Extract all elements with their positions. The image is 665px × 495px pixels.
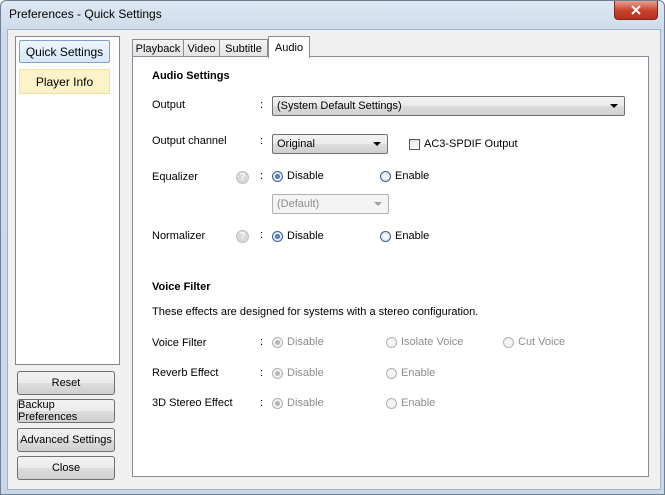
equalizer-disable-label: Disable	[287, 170, 324, 182]
chevron-down-icon	[610, 104, 618, 108]
chevron-down-icon	[374, 202, 382, 206]
tab-video[interactable]: Video	[183, 39, 220, 57]
reverb-disable-label: Disable	[287, 367, 324, 379]
voice-filter-label: Voice Filter	[152, 337, 207, 349]
normalizer-help-icon[interactable]: ?	[236, 230, 249, 243]
preferences-window: Preferences - Quick Settings Quick Setti…	[0, 0, 665, 495]
reset-button[interactable]: Reset	[17, 371, 115, 395]
audio-tab-panel: Audio Settings Output : (System Default …	[132, 56, 649, 477]
voice-filter-heading: Voice Filter	[152, 281, 211, 293]
nav-item-label: Quick Settings	[25, 44, 104, 59]
voice-filter-cut-label: Cut Voice	[518, 336, 566, 348]
normalizer-disable-label: Disable	[287, 230, 324, 242]
output-select[interactable]: (System Default Settings)	[272, 96, 625, 116]
colon-separator: :	[260, 170, 264, 182]
colon-separator: :	[260, 336, 264, 348]
equalizer-enable-radio[interactable]	[380, 171, 391, 182]
3d-stereo-enable-label: Enable	[401, 397, 436, 409]
settings-category-list: Quick Settings Player Info	[15, 36, 120, 365]
equalizer-preset-select[interactable]: (Default)	[272, 194, 389, 214]
equalizer-label: Equalizer	[152, 171, 198, 183]
output-channel-value: Original	[277, 138, 315, 150]
nav-item-label: Player Info	[35, 74, 94, 89]
equalizer-enable-label: Enable	[395, 170, 430, 182]
nav-item-player-info[interactable]: Player Info	[19, 69, 110, 94]
close-icon	[631, 5, 641, 15]
window-title: Preferences - Quick Settings	[9, 7, 162, 21]
normalizer-enable-radio[interactable]	[380, 231, 391, 242]
ac3-spdif-checkbox[interactable]	[409, 139, 420, 150]
voice-filter-disable-label: Disable	[287, 336, 324, 348]
colon-separator: :	[260, 135, 264, 147]
colon-separator: :	[260, 367, 264, 379]
advanced-settings-button[interactable]: Advanced Settings	[17, 428, 115, 452]
backup-preferences-button[interactable]: Backup Preferences	[17, 399, 115, 423]
title-bar[interactable]: Preferences - Quick Settings	[1, 1, 664, 29]
colon-separator: :	[260, 99, 264, 111]
output-channel-label: Output channel	[152, 135, 227, 147]
dialog-client-area: Quick Settings Player Info Reset Backup …	[7, 29, 661, 490]
3d-stereo-enable-radio[interactable]	[386, 398, 397, 409]
equalizer-preset-value: (Default)	[277, 198, 320, 210]
output-select-value: (System Default Settings)	[277, 100, 402, 112]
3d-stereo-disable-radio[interactable]	[272, 398, 283, 409]
voice-filter-disable-radio[interactable]	[272, 337, 283, 348]
nav-item-quick-settings[interactable]: Quick Settings	[19, 40, 110, 63]
chevron-down-icon	[373, 142, 381, 146]
close-window-button[interactable]	[614, 1, 658, 20]
voice-filter-cut-radio[interactable]	[503, 337, 514, 348]
tab-playback[interactable]: Playback	[132, 39, 184, 57]
output-label: Output	[152, 99, 186, 111]
reverb-disable-radio[interactable]	[272, 368, 283, 379]
normalizer-label: Normalizer	[152, 230, 206, 242]
voice-filter-description: These effects are designed for systems w…	[152, 306, 479, 318]
normalizer-enable-label: Enable	[395, 230, 430, 242]
close-button[interactable]: Close	[17, 456, 115, 480]
ac3-spdif-label: AC3-SPDIF Output	[424, 138, 518, 150]
tab-subtitle[interactable]: Subtitle	[219, 39, 268, 57]
equalizer-disable-radio[interactable]	[272, 171, 283, 182]
3d-stereo-effect-label: 3D Stereo Effect	[152, 397, 233, 409]
audio-settings-heading: Audio Settings	[152, 70, 230, 82]
output-channel-select[interactable]: Original	[272, 134, 388, 154]
voice-filter-isolate-label: Isolate Voice	[401, 336, 464, 348]
3d-stereo-disable-label: Disable	[287, 397, 324, 409]
equalizer-help-icon[interactable]: ?	[236, 171, 249, 184]
colon-separator: :	[260, 397, 264, 409]
tab-audio[interactable]: Audio	[268, 36, 310, 58]
reverb-enable-radio[interactable]	[386, 368, 397, 379]
colon-separator: :	[260, 229, 264, 241]
voice-filter-isolate-radio[interactable]	[386, 337, 397, 348]
reverb-effect-label: Reverb Effect	[152, 367, 219, 379]
reverb-enable-label: Enable	[401, 367, 436, 379]
normalizer-disable-radio[interactable]	[272, 231, 283, 242]
